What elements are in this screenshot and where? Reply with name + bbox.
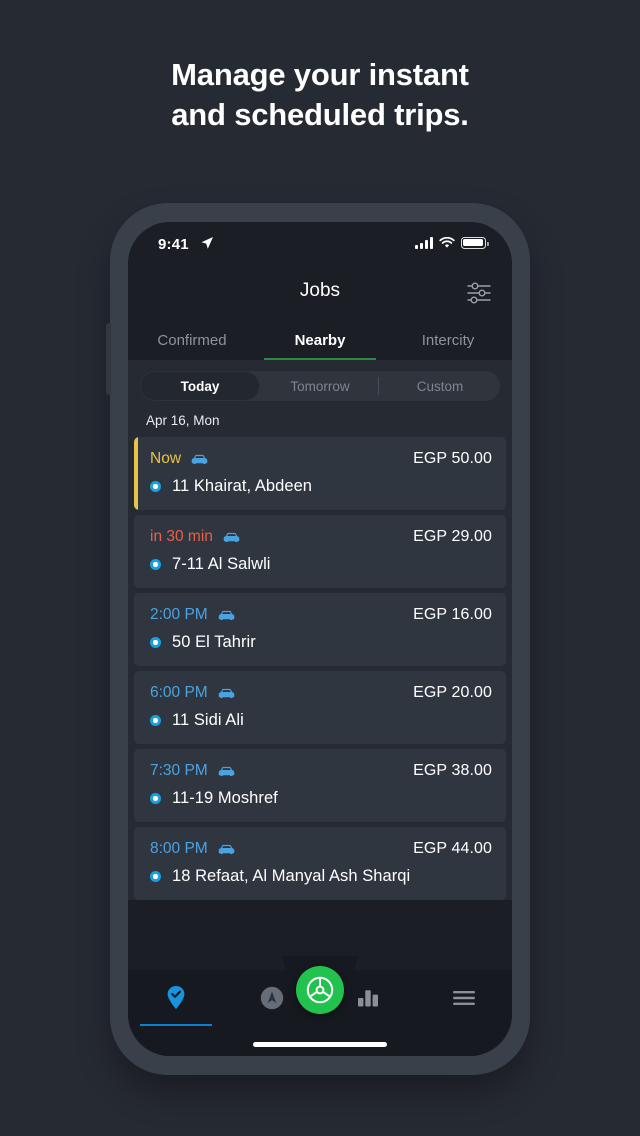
status-bar-time: 9:41 (158, 236, 189, 253)
job-address: 11 Sidi Ali (172, 711, 244, 729)
table-row[interactable]: 7:30 PM EGP 38.00 11-19 Moshref (134, 749, 506, 822)
nav-item-jobs[interactable] (128, 970, 224, 1026)
status-bar-indicators (415, 237, 489, 249)
wifi-icon (439, 237, 455, 248)
job-fare: EGP 44.00 (413, 840, 492, 857)
phone-side-button (106, 323, 111, 395)
steering-wheel-icon (306, 976, 334, 1004)
page-title: Manage your instant and scheduled trips. (0, 55, 640, 135)
location-dot-icon (150, 637, 161, 648)
car-icon (191, 454, 208, 464)
headline-line-2: and scheduled trips. (171, 97, 469, 132)
app-store-screenshot: Manage your instant and scheduled trips.… (0, 0, 640, 1136)
job-row-top: 2:00 PM EGP 16.00 (150, 606, 492, 624)
job-row-top: 8:00 PM EGP 44.00 (150, 840, 492, 858)
job-row-bottom: 11 Sidi Ali (150, 711, 492, 730)
phone-frame: 9:41 Jobs Confirmed Nearby Intercity Tod… (106, 203, 530, 1075)
job-row-bottom: 7-11 Al Salwli (150, 555, 492, 574)
day-filter-section: Today Tomorrow Custom (128, 360, 512, 411)
app-header: Jobs (128, 268, 512, 320)
status-bar: 9:41 (128, 222, 512, 268)
bar-chart-icon (358, 990, 378, 1007)
segment-tomorrow[interactable]: Tomorrow (260, 371, 380, 401)
job-address: 18 Refaat, Al Manyal Ash Sharqi (172, 867, 411, 885)
job-row-top: 6:00 PM EGP 20.00 (150, 684, 492, 702)
segment-divider (377, 377, 379, 395)
job-fare: EGP 29.00 (413, 528, 492, 545)
car-icon (218, 766, 235, 776)
job-row-top: 7:30 PM EGP 38.00 (150, 762, 492, 780)
hamburger-menu-icon (453, 991, 475, 1005)
location-arrow-icon (201, 237, 213, 249)
segment-today[interactable]: Today (140, 371, 260, 401)
job-row-bottom: 50 El Tahrir (150, 633, 492, 652)
phone-screen: 9:41 Jobs Confirmed Nearby Intercity Tod… (128, 222, 512, 1056)
car-icon (218, 688, 235, 698)
header-title: Jobs (299, 280, 341, 301)
start-driving-fab[interactable] (296, 966, 344, 1014)
job-row-bottom: 11-19 Moshref (150, 789, 492, 808)
car-icon (223, 532, 240, 542)
tab-bar: Confirmed Nearby Intercity (128, 320, 512, 360)
job-fare: EGP 20.00 (413, 684, 492, 701)
pin-check-icon (167, 986, 185, 1009)
location-dot-icon (150, 559, 161, 570)
location-dot-icon (150, 481, 161, 492)
job-row-top: Now EGP 50.00 (150, 450, 492, 468)
job-time: 8:00 PM (150, 840, 208, 857)
segment-custom[interactable]: Custom (380, 371, 500, 401)
job-fare: EGP 50.00 (413, 450, 492, 467)
cellular-signal-icon (415, 237, 433, 249)
job-fare: EGP 38.00 (413, 762, 492, 779)
job-time: Now (150, 450, 182, 467)
job-list: Now EGP 50.00 11 Khairat, Abdeen in 30 m… (128, 437, 512, 900)
job-address: 50 El Tahrir (172, 633, 256, 651)
job-time: 2:00 PM (150, 606, 208, 623)
tab-confirmed[interactable]: Confirmed (128, 320, 256, 360)
job-fare: EGP 16.00 (413, 606, 492, 623)
job-time: 6:00 PM (150, 684, 208, 701)
nav-item-menu[interactable] (416, 970, 512, 1026)
table-row[interactable]: 2:00 PM EGP 16.00 50 El Tahrir (134, 593, 506, 666)
job-address: 11-19 Moshref (172, 789, 278, 807)
job-row-bottom: 18 Refaat, Al Manyal Ash Sharqi (150, 867, 492, 886)
tab-intercity[interactable]: Intercity (384, 320, 512, 360)
job-row-top: in 30 min EGP 29.00 (150, 528, 492, 546)
location-dot-icon (150, 715, 161, 726)
location-dot-icon (150, 793, 161, 804)
job-address: 7-11 Al Salwli (172, 555, 271, 573)
job-time: in 30 min (150, 528, 213, 545)
navigation-arrow-circle-icon (260, 986, 284, 1010)
table-row[interactable]: 8:00 PM EGP 44.00 18 Refaat, Al Manyal A… (134, 827, 506, 900)
job-address: 11 Khairat, Abdeen (172, 477, 313, 495)
car-icon (218, 610, 235, 620)
table-row[interactable]: in 30 min EGP 29.00 7-11 Al Salwli (134, 515, 506, 588)
job-row-bottom: 11 Khairat, Abdeen (150, 477, 492, 496)
home-indicator (253, 1042, 387, 1047)
date-header: Apr 16, Mon (128, 411, 512, 437)
tab-nearby[interactable]: Nearby (256, 320, 384, 360)
table-row[interactable]: 6:00 PM EGP 20.00 11 Sidi Ali (134, 671, 506, 744)
battery-full-icon (461, 237, 489, 249)
day-segmented-control: Today Tomorrow Custom (140, 371, 500, 401)
table-row[interactable]: Now EGP 50.00 11 Khairat, Abdeen (134, 437, 506, 510)
location-dot-icon (150, 871, 161, 882)
sliders-filter-icon[interactable] (464, 280, 494, 306)
car-icon (218, 844, 235, 854)
bottom-navigation-bar (128, 956, 512, 1056)
headline-line-1: Manage your instant (171, 57, 469, 92)
job-time: 7:30 PM (150, 762, 208, 779)
